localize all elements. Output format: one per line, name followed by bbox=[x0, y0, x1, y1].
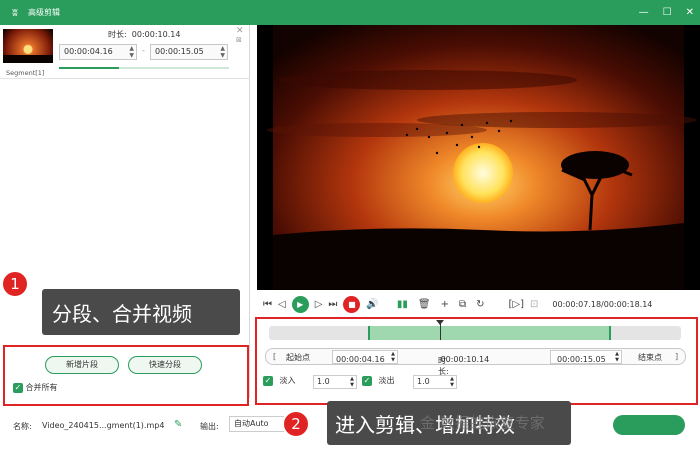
callout-1: 分段、合并视频 bbox=[42, 289, 240, 335]
name-label: 名称: bbox=[13, 422, 32, 431]
mark-icon[interactable]: [▷] bbox=[509, 299, 525, 310]
watermark: 金 数据蛙恢复专家 bbox=[420, 414, 545, 432]
playhead[interactable] bbox=[440, 321, 441, 340]
left-bracket-icon[interactable]: [ bbox=[273, 352, 276, 361]
trim-duration: 时长: 00:00:10.14 bbox=[438, 355, 490, 376]
highlight-box-left bbox=[3, 345, 249, 406]
snapshot-icon[interactable]: ⊡ bbox=[530, 299, 538, 310]
output-select[interactable]: 自动Auto bbox=[229, 416, 285, 432]
skip-start-icon[interactable]: ⏮ bbox=[263, 299, 272, 310]
split-icon[interactable]: ▮▮ bbox=[397, 299, 408, 310]
stepper-icon[interactable]: ▲ ▼ bbox=[220, 45, 225, 59]
playback-time: 00:00:07.18/00:00:18.14 bbox=[552, 299, 653, 309]
skip-end-icon[interactable]: ⏭ bbox=[328, 299, 337, 310]
stepper-icon[interactable]: ▲ ▼ bbox=[129, 45, 134, 59]
range-separator: - bbox=[142, 46, 145, 55]
next-frame-icon[interactable]: ▷ bbox=[315, 299, 323, 310]
stepper-icon[interactable]: ▲ ▼ bbox=[615, 351, 619, 363]
segment-end-field[interactable]: 00:00:15.05 ▲ ▼ bbox=[150, 44, 228, 60]
stepper-icon[interactable]: ▲ ▼ bbox=[391, 351, 395, 363]
title-bar: ʬ 高级剪辑 — ☐ ✕ bbox=[0, 0, 700, 25]
segment-label: Segment[1] bbox=[6, 69, 45, 77]
right-bracket-icon[interactable]: ] bbox=[675, 352, 678, 361]
callout-badge-1: 1 bbox=[1, 270, 29, 298]
segment-thumbnail[interactable] bbox=[3, 29, 53, 63]
trim-end-field[interactable]: 00:00:15.05 ▲ ▼ bbox=[550, 350, 622, 364]
prev-frame-icon[interactable]: ◁ bbox=[278, 299, 286, 310]
minimize-icon[interactable]: — bbox=[639, 7, 649, 18]
stepper-icon[interactable]: ▲ ▼ bbox=[450, 376, 454, 388]
segment-item[interactable]: Segment[1] 时长: 00:00:10.14 00:00:04.16 ▲… bbox=[0, 25, 250, 79]
segment-panel: Segment[1] 时长: 00:00:10.14 00:00:04.16 ▲… bbox=[0, 25, 250, 398]
sunset-image bbox=[257, 25, 700, 290]
selection-range[interactable] bbox=[368, 326, 611, 340]
delete-icon[interactable]: 🗑 bbox=[418, 299, 431, 310]
play-icon[interactable]: ▶ bbox=[291, 295, 309, 313]
close-icon[interactable]: ✕ bbox=[686, 7, 694, 18]
rotate-icon[interactable]: ↻ bbox=[476, 299, 484, 310]
fade-in-checkbox[interactable]: ✓ 淡入 bbox=[263, 375, 296, 386]
start-point-button[interactable]: 起始点 bbox=[286, 352, 310, 363]
add-icon[interactable]: + bbox=[441, 299, 449, 310]
timeline-track[interactable] bbox=[269, 320, 681, 340]
segment-close-icon[interactable]: ✕ ⊠ bbox=[236, 27, 244, 45]
check-icon[interactable]: ✓ bbox=[263, 375, 273, 386]
segment-progress bbox=[59, 67, 229, 69]
output-label: 输出: bbox=[200, 422, 219, 431]
fade-in-field[interactable]: 1.0 ▲ ▼ bbox=[313, 375, 357, 389]
volume-icon[interactable]: 🔊 bbox=[366, 299, 378, 310]
player-controls: ⏮ ◁ ▶ ▷ ⏭ ■ 🔊 ▮▮ 🗑 + ⧉ ↻ [▷] ⊡ 00:00:07.… bbox=[257, 292, 700, 316]
video-preview[interactable] bbox=[257, 25, 700, 290]
copy-icon[interactable]: ⧉ bbox=[459, 299, 466, 310]
check-icon[interactable]: ✓ bbox=[362, 375, 372, 386]
end-point-button[interactable]: 结束点 bbox=[638, 352, 662, 363]
maximize-icon[interactable]: ☐ bbox=[663, 7, 672, 18]
segment-start-field[interactable]: 00:00:04.16 ▲ ▼ bbox=[59, 44, 137, 60]
stepper-icon[interactable]: ▲ ▼ bbox=[350, 376, 354, 388]
rabbit-icon: ʬ bbox=[12, 6, 18, 19]
file-name: Video_240415...gment(1).mp4 bbox=[42, 421, 165, 430]
confirm-button[interactable] bbox=[613, 415, 685, 435]
callout-badge-2: 2 bbox=[282, 410, 310, 438]
edit-name-icon[interactable]: ✎ bbox=[174, 419, 182, 430]
segment-duration: 时长: 00:00:10.14 bbox=[108, 30, 181, 39]
fade-out-field[interactable]: 1.0 ▲ ▼ bbox=[413, 375, 457, 389]
trim-row: [ 起始点 00:00:04.16 ▲ ▼ 时长: 00:00:10.14 00:… bbox=[265, 348, 686, 376]
window-title: 高级剪辑 bbox=[28, 8, 60, 17]
trim-start-field[interactable]: 00:00:04.16 ▲ ▼ bbox=[332, 350, 398, 364]
fade-out-checkbox[interactable]: ✓ 淡出 bbox=[362, 375, 395, 386]
stop-icon[interactable]: ■ bbox=[343, 295, 361, 313]
